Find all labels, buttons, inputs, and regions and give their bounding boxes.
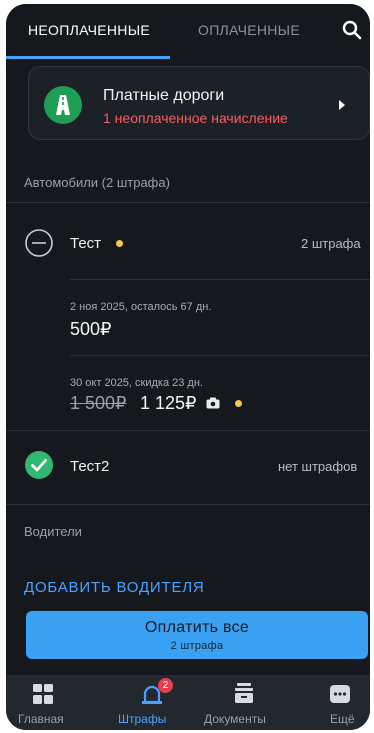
toll-unpaid-count: 1 неоплаченное начисление: [103, 110, 288, 126]
car-fine-count: 2 штрафа: [301, 236, 361, 251]
pay-all-count: 2 штрафа: [170, 640, 224, 652]
fine-old-amount: 1 500₽: [70, 393, 127, 413]
app-screen: НЕОПЛАЧЕННЫЕ ОПЛАЧЕННЫЕ Платные дороги 1…: [6, 4, 370, 730]
pay-all-label: Оплатить все: [144, 619, 250, 636]
status-dot: [116, 240, 123, 247]
drivers-section-title: Водители: [24, 524, 82, 539]
status-dot: [235, 400, 242, 407]
active-tab-indicator: [6, 56, 170, 59]
toll-roads-card[interactable]: Платные дороги 1 неоплаченное начисление: [28, 66, 370, 140]
nav-documents[interactable]: Документы: [204, 675, 284, 730]
tab-paid[interactable]: ОПЛАЧЕННЫЕ: [198, 22, 300, 38]
toll-title: Платные дороги: [103, 87, 225, 104]
divider: [6, 430, 370, 431]
fines-badge: 2: [158, 678, 173, 693]
divider: [6, 504, 370, 505]
nav-label: Штрафы: [118, 712, 167, 726]
car-name: Тест: [70, 235, 102, 252]
divider: [70, 279, 370, 280]
tab-unpaid[interactable]: НЕОПЛАЧЕННЫЕ: [28, 22, 150, 38]
collapse-icon[interactable]: [24, 228, 54, 258]
cars-section-title: Автомобили (2 штрафа): [24, 175, 170, 190]
chevron-right-icon: [337, 98, 347, 110]
search-icon[interactable]: [340, 18, 364, 42]
more-icon: [330, 685, 350, 703]
bottom-navigation: Главная 2 Штрафы Документы Ещё: [6, 675, 370, 730]
divider: [6, 202, 370, 203]
road-icon: [44, 86, 82, 124]
camera-icon: [206, 397, 220, 409]
fine-amount: 500₽: [70, 319, 112, 339]
car-fine-count: нет штрафов: [278, 459, 358, 474]
fine-date: 2 ноя 2025, осталось 67 дн.: [70, 301, 212, 313]
top-tab-bar: НЕОПЛАЧЕННЫЕ ОПЛАЧЕННЫЕ: [6, 4, 370, 62]
nav-fines[interactable]: 2 Штрафы: [118, 675, 184, 730]
nav-home[interactable]: Главная: [18, 675, 68, 730]
fine-date: 30 окт 2025, скидка 23 дн.: [70, 377, 203, 389]
add-driver-link[interactable]: ДОБАВИТЬ ВОДИТЕЛЯ: [24, 579, 205, 596]
fine-discounted-amount: 1 125₽: [140, 393, 197, 413]
pay-all-button[interactable]: Оплатить все 2 штрафа: [26, 611, 368, 659]
car-name: Тест2: [70, 458, 110, 475]
nav-label: Документы: [204, 712, 266, 726]
nav-label: Ещё: [330, 712, 355, 726]
check-circle-icon: [25, 451, 53, 479]
documents-icon: [235, 683, 253, 703]
divider: [70, 355, 370, 356]
nav-label: Главная: [18, 712, 64, 726]
nav-more[interactable]: Ещё: [324, 675, 356, 730]
home-grid-icon: [33, 684, 53, 704]
